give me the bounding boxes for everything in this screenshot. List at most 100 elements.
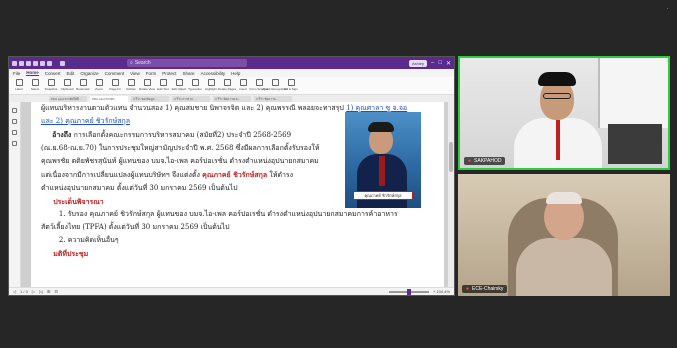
typewriter-tool[interactable]: Typewriter — [188, 79, 202, 91]
bookmarks-panel-icon[interactable] — [12, 119, 17, 124]
menu-view[interactable]: View — [130, 71, 140, 76]
scroll-thumb[interactable] — [449, 142, 453, 172]
title-bar: ⌕ Search Ashley – □ ✕ — [9, 57, 454, 69]
view-double-icon[interactable]: ⊟ — [54, 289, 57, 294]
reflow-icon — [127, 79, 135, 86]
zoom-icon — [95, 79, 103, 86]
menu-file[interactable]: File — [13, 71, 20, 76]
doc-line: 2. ความคิดเห็นอื่นๆ — [58, 236, 119, 244]
participant-name-tag: ● SAKPAHOD — [464, 157, 506, 165]
menu-organize[interactable]: Organize — [80, 71, 98, 76]
edit-text-icon — [159, 79, 167, 86]
photo-hair — [368, 122, 394, 132]
hand-tool[interactable]: Hand — [13, 79, 25, 91]
participant-hair — [546, 192, 582, 204]
document-canvas[interactable]: ผู้แทนบริหารงานตามตัวแทน จำนวนสอง 1) คุณ… — [21, 102, 454, 287]
photo-caption: คุณภาคย์ ชิวรักษ์สกุล — [353, 191, 413, 200]
page-fit-icon — [111, 79, 119, 86]
rotate-view-tool[interactable]: Rotate View — [139, 79, 155, 91]
photo-tie — [379, 156, 385, 186]
section-heading: มติที่ประชุม — [53, 249, 89, 258]
account-pill[interactable]: Ashley — [408, 59, 427, 67]
undo-icon[interactable] — [40, 60, 45, 66]
bookmark-tool[interactable]: Bookmark — [76, 79, 90, 91]
app-icon — [12, 60, 17, 66]
camera-icon — [47, 79, 55, 86]
menu-share[interactable]: Share — [183, 71, 195, 76]
menu-bar: File Home Convert Edit Organize Comment … — [9, 69, 454, 77]
open-icon[interactable] — [19, 60, 24, 66]
pages-panel-icon[interactable] — [12, 108, 17, 113]
page-fit-tool[interactable]: Page Fit — [109, 79, 121, 91]
rotate-icon — [143, 79, 151, 86]
quick-tools-icon[interactable] — [60, 60, 65, 66]
participant-lanyard — [556, 120, 560, 160]
ribbon-toolbar: Hand Select Snapshot Clipboard Bookmark … — [9, 77, 454, 95]
insert-icon — [239, 79, 247, 86]
clipboard-tool[interactable]: Clipboard — [61, 79, 73, 91]
participant-video-tile[interactable]: ● SAKPAHOD — [458, 56, 670, 170]
menu-edit[interactable]: Edit — [67, 71, 75, 76]
document-tabs: PDA card ทางทิศใต้ดี... PDA card ทางสถ..… — [9, 95, 454, 102]
participant-hair — [538, 72, 576, 86]
highlighter-icon — [207, 79, 215, 86]
reflow-tool[interactable]: Reflow — [125, 79, 137, 91]
search-placeholder: Search — [134, 60, 151, 66]
maximize-button[interactable]: □ — [438, 60, 442, 66]
menu-help[interactable]: Help — [231, 71, 240, 76]
zoom-tool[interactable]: Zoom — [93, 79, 105, 91]
video-window — [598, 58, 668, 128]
edit-object-icon — [175, 79, 183, 86]
pdf-page[interactable]: ผู้แทนบริหารงานตามตัวแทน จำนวนสอง 1) คุณ… — [31, 102, 444, 287]
menu-form[interactable]: Form — [146, 71, 157, 76]
redo-icon[interactable] — [47, 60, 52, 66]
comments-panel-icon[interactable] — [12, 130, 17, 135]
participant-name-tag: ● ECE-Chairsky — [462, 285, 508, 293]
video-printer — [608, 124, 662, 164]
rotate-pages-tool[interactable]: Rotate Pages — [218, 79, 236, 91]
participant-body — [516, 238, 612, 296]
menu-home[interactable]: Home — [26, 70, 39, 76]
left-panel — [9, 102, 21, 287]
fill-sign-tool[interactable]: Fill & Sign — [284, 79, 298, 91]
edit-object-tool[interactable]: Edit Object — [172, 79, 186, 91]
last-page-button[interactable]: ▷| — [39, 289, 43, 294]
insert-tool[interactable]: Insert — [237, 79, 249, 91]
zoom-level[interactable]: + 104.4% — [433, 289, 450, 294]
scanner-icon — [255, 79, 263, 86]
doc-line: 1. รับรอง คุณภาคย์ ชิวรักษ์สกุล ผู้แทนขอ… — [58, 210, 398, 218]
page-indicator[interactable]: 1 / 3 — [20, 289, 28, 294]
edit-text-tool[interactable]: Edit Text — [157, 79, 169, 91]
pen-icon — [287, 79, 295, 86]
participant-video-tile[interactable]: ● ECE-Chairsky — [458, 174, 670, 296]
snapshot-tool[interactable]: Snapshot — [45, 79, 57, 91]
highlight-tool[interactable]: Highlight — [205, 79, 217, 91]
save-icon[interactable] — [26, 60, 31, 66]
quick-recognition-tool[interactable]: Quick Recognition — [263, 79, 287, 91]
status-bar: ◁ 1 / 3 ▷ ▷| ⊞ ⊟ + 104.4% — [9, 287, 454, 295]
menu-protect[interactable]: Protect — [162, 71, 176, 76]
menu-convert[interactable]: Convert — [45, 71, 61, 76]
close-button[interactable]: ✕ — [446, 60, 451, 67]
zoom-slider[interactable] — [388, 288, 429, 295]
menu-accessibility[interactable]: Accessibility — [201, 71, 226, 76]
participant-name: SAKPAHOD — [474, 158, 502, 164]
hand-icon — [15, 79, 23, 86]
search-input[interactable]: ⌕ Search — [127, 59, 247, 67]
minimize-button[interactable]: – — [431, 60, 434, 66]
next-page-button[interactable]: ▷ — [32, 289, 35, 294]
select-tool[interactable]: Select — [29, 79, 41, 91]
prev-page-button[interactable]: ◁ — [13, 289, 16, 294]
participant-name: ECE-Chairsky — [472, 286, 504, 292]
view-single-icon[interactable]: ⊞ — [47, 289, 50, 294]
vertical-scrollbar[interactable] — [448, 102, 454, 287]
print-icon[interactable] — [33, 60, 38, 66]
participant-glasses — [543, 93, 571, 99]
menu-comment[interactable]: Comment — [105, 71, 125, 76]
ocr-icon — [271, 79, 279, 86]
work-area: ผู้แทนบริหารงานตามตัวแทน จำนวนสอง 1) คุณ… — [9, 102, 454, 287]
cursor-icon — [31, 79, 39, 86]
shared-screen-pdf-editor[interactable]: ⌕ Search Ashley – □ ✕ File Home Convert … — [8, 56, 455, 296]
attachments-panel-icon[interactable] — [12, 141, 17, 146]
doc-line: สัตว์เลี้ยงไทย (TPFA) ตั้งแต่วันที่ 30 ม… — [41, 223, 230, 231]
